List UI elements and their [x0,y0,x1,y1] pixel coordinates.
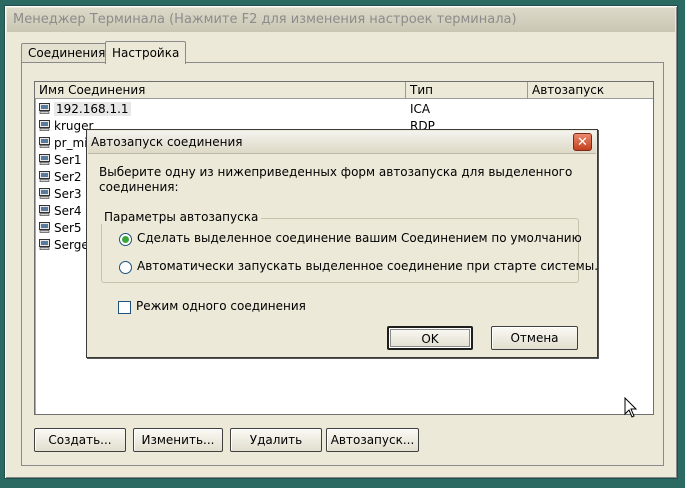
row-name: Ser2 [54,170,82,184]
create-button[interactable]: Создать... [34,428,126,452]
dialog-description: Выберите одну из нижеприведенных форм ав… [99,165,573,194]
column-header-autostart[interactable]: Автозапуск [528,82,653,99]
row-name: 192.168.1.1 [54,102,131,116]
computer-icon [39,153,50,165]
radio-default-connection[interactable] [119,233,132,246]
row-name-cell: pr_mir [39,135,93,152]
autostart-dialog: Автозапуск соединения ✕ Выберите одну из… [86,129,598,358]
column-header-type[interactable]: Тип [406,82,528,99]
computer-icon [39,170,50,182]
cancel-button[interactable]: Отмена [491,326,578,350]
row-name-cell: Ser3 [39,186,82,203]
computer-icon [39,238,50,250]
row-name-cell: Ser2 [39,169,82,186]
autostart-button[interactable]: Автозапуск... [326,428,419,452]
autostart-options-group [101,218,579,283]
computer-icon [39,221,50,233]
tab-settings[interactable]: Настройка [105,41,187,64]
row-name: Ser5 [54,221,82,235]
tab-connections[interactable]: Соединения [21,43,113,63]
computer-icon [39,119,50,131]
computer-icon [39,136,50,148]
list-header: Имя Соединения Тип Автозапуск [35,82,653,100]
row-name: Ser4 [54,204,82,218]
computer-icon [39,102,50,114]
row-name-cell: Ser5 [39,220,82,237]
row-type: ICA [410,102,431,116]
dialog-title: Автозапуск соединения [91,135,243,149]
delete-button[interactable]: Удалить [230,428,322,452]
row-name: Ser1 [54,153,82,167]
ok-button[interactable]: OK [387,326,473,350]
row-name-cell: Ser1 [39,152,82,169]
single-mode-label[interactable]: Режим одного соединения [136,299,306,313]
row-name: Ser3 [54,187,82,201]
window-title: Менеджер Терминала (Нажмите F2 для измен… [7,8,675,32]
edit-button[interactable]: Изменить... [133,428,223,452]
table-row[interactable]: 192.168.1.1 ICA [35,101,653,118]
dialog-titlebar: Автозапуск соединения ✕ [88,131,596,154]
group-label: Параметры автозапуска [101,210,262,224]
column-header-name[interactable]: Имя Соединения [35,82,406,99]
option-default-connection-label[interactable]: Сделать выделенное соединение вашим Соед… [137,231,582,245]
radio-autostart-on-boot[interactable] [119,261,132,274]
single-mode-checkbox[interactable] [118,301,131,314]
mouse-pointer-icon [624,397,638,418]
computer-icon [39,204,50,216]
close-icon[interactable]: ✕ [573,133,592,151]
computer-icon [39,187,50,199]
row-name-cell: Ser4 [39,203,82,220]
option-autostart-on-boot-label[interactable]: Автоматически запускать выделенное соеди… [137,259,598,273]
row-name-cell: 192.168.1.1 [39,101,131,118]
